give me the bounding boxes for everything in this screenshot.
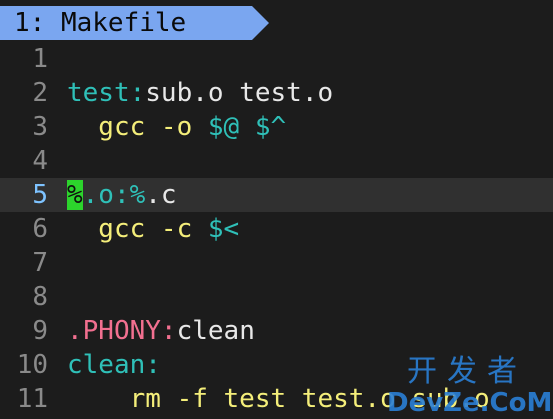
tab-bar: 1: Makefile: [0, 0, 553, 42]
code-token: test:: [67, 78, 146, 108]
code-token: sub.o test.o: [145, 78, 334, 108]
line-code: gcc -c $<: [67, 212, 239, 246]
code-line[interactable]: 7: [0, 246, 553, 280]
line-number: 7: [32, 248, 48, 278]
code-token: .PHONY:: [67, 316, 177, 346]
code-line[interactable]: 10 clean:: [0, 348, 553, 382]
line-number: 9: [32, 316, 48, 346]
code-line[interactable]: 4: [0, 144, 553, 178]
code-line[interactable]: 1: [0, 42, 553, 76]
line-code: %.o:%.c: [67, 178, 177, 212]
code-token: .o:%: [82, 180, 146, 210]
line-number: 4: [32, 146, 48, 176]
code-token: $@ $^: [207, 112, 287, 142]
text-cursor: %: [67, 180, 83, 210]
code-token: clean:: [67, 350, 161, 380]
editor-buffer[interactable]: 1 2 test:sub.o test.o 3 gcc -o $@ $^ 4 5 %.o:%…: [0, 42, 553, 416]
code-token: rm -f test test.o sub.o: [67, 384, 490, 414]
line-number: 5: [32, 180, 48, 210]
line-number: 3: [32, 112, 48, 142]
code-line[interactable]: 8: [0, 280, 553, 314]
tab-makefile[interactable]: 1: Makefile: [0, 6, 252, 40]
code-line[interactable]: 11 rm -f test test.o sub.o: [0, 382, 553, 416]
line-code: test:sub.o test.o: [67, 76, 333, 110]
code-token: .c: [145, 180, 177, 210]
code-line[interactable]: 6 gcc -c $<: [0, 212, 553, 246]
code-token: clean: [176, 316, 255, 346]
line-number: 6: [32, 214, 48, 244]
line-code: rm -f test test.o sub.o: [67, 382, 490, 416]
code-line[interactable]: 2 test:sub.o test.o: [0, 76, 553, 110]
line-code: .PHONY:clean: [67, 314, 255, 348]
code-line[interactable]: 3 gcc -o $@ $^: [0, 110, 553, 144]
code-line[interactable]: 9 .PHONY:clean: [0, 314, 553, 348]
line-code: clean:: [67, 348, 161, 382]
line-number: 2: [32, 78, 48, 108]
code-token: $<: [207, 214, 240, 244]
line-number: 10: [16, 350, 48, 380]
code-token: gcc -c: [67, 214, 208, 244]
tab-arrow-icon: [252, 6, 269, 40]
line-number: 11: [16, 384, 48, 414]
code-token: gcc -o: [67, 112, 208, 142]
current-line[interactable]: 5 %.o:%.c: [0, 178, 553, 212]
line-code: gcc -o $@ $^: [67, 110, 286, 144]
line-number: 1: [32, 44, 48, 74]
line-number: 8: [32, 282, 48, 312]
